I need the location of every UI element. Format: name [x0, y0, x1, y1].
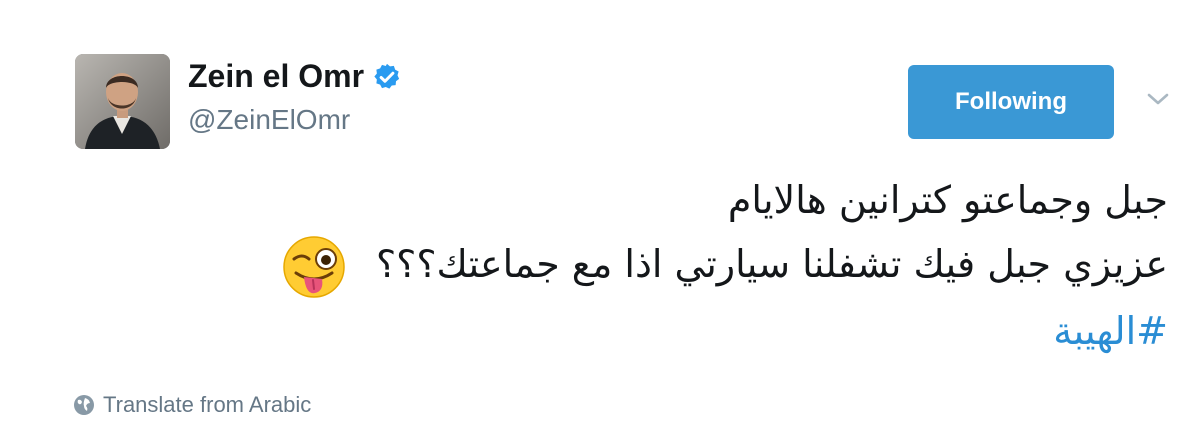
profile-photo-icon — [75, 54, 170, 149]
tweet-line-2-text: عزيزي جبل فيك تشفلنا سيارتي اذا مع جماعت… — [375, 242, 1168, 286]
tweet-line-2: عزيزي جبل فيك تشفلنا سيارتي اذا مع جماعت… — [68, 232, 1168, 299]
author-display-name[interactable]: Zein el Omr — [188, 58, 364, 95]
author-handle[interactable]: @ZeinElOmr — [188, 104, 350, 136]
tweet-card: Zein el Omr @ZeinElOmr Following جبل وجم… — [0, 0, 1200, 433]
translate-label[interactable]: Translate from Arabic — [103, 392, 311, 418]
author-name-row: Zein el Omr — [188, 58, 402, 95]
following-button[interactable]: Following — [908, 65, 1114, 139]
chevron-down-icon[interactable] — [1143, 86, 1173, 112]
translate-link[interactable]: Translate from Arabic — [73, 392, 311, 418]
tweet-text: جبل وجماعتو كترانين هالايام عزيزي جبل في… — [68, 168, 1168, 363]
winking-face-with-tongue-icon — [283, 235, 345, 298]
hashtag-link[interactable]: #الهيبة — [68, 299, 1168, 363]
avatar[interactable] — [75, 54, 170, 149]
verified-badge-icon — [374, 63, 400, 89]
tweet-line-1: جبل وجماعتو كترانين هالايام — [727, 178, 1168, 222]
globe-icon — [74, 395, 94, 415]
